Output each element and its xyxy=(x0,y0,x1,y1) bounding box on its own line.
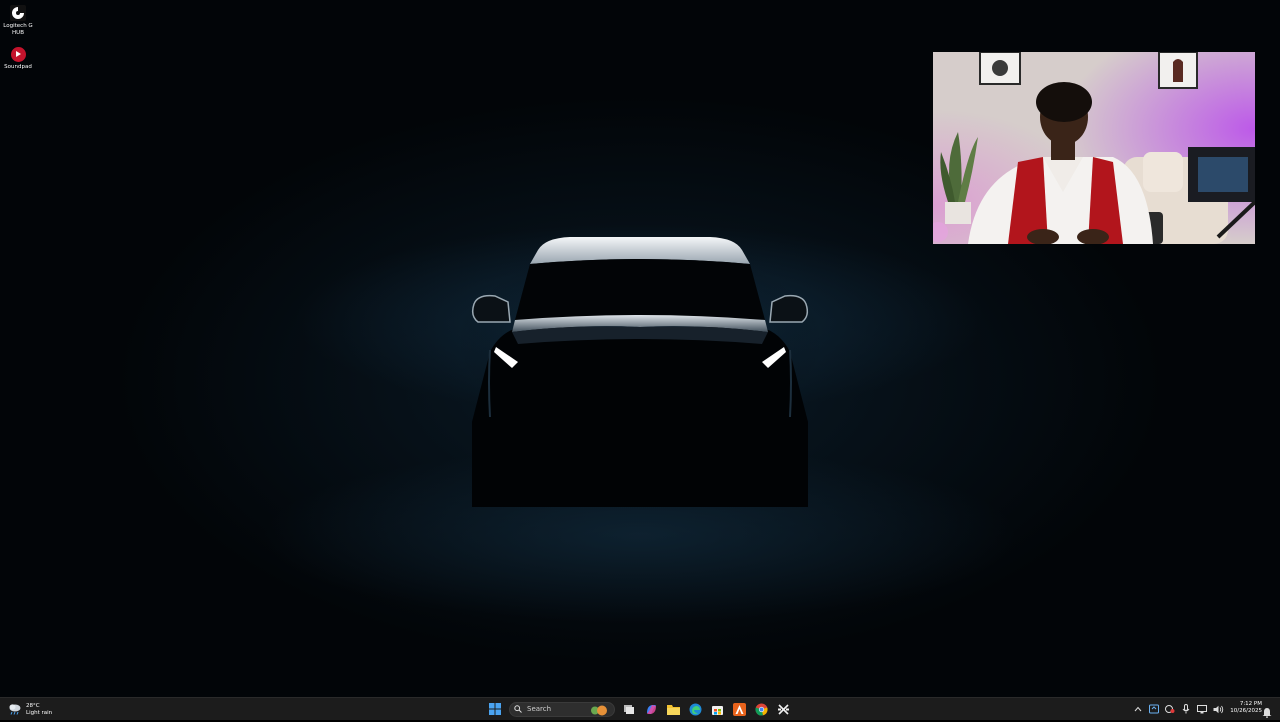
capcut-icon xyxy=(777,703,789,715)
soundpad-icon xyxy=(10,46,26,62)
task-view-button[interactable] xyxy=(621,701,637,717)
start-button[interactable] xyxy=(487,701,503,717)
clock-time: 7:12 PM xyxy=(1239,701,1262,707)
webcam-feed xyxy=(933,52,1255,244)
store-button[interactable] xyxy=(709,701,725,717)
clock-date: 10/26/2025 xyxy=(1230,708,1262,714)
capcut-button[interactable] xyxy=(775,701,791,717)
taskbar-clock[interactable]: 7:12 PM 10/26/2025 xyxy=(1222,701,1262,715)
taskbar: 28°C Light rain Search 7:12 PM 10/26/202… xyxy=(0,697,1280,720)
tray-mic-button[interactable] xyxy=(1180,703,1192,715)
sync-icon xyxy=(1149,704,1159,714)
taskbar-search[interactable]: Search xyxy=(509,701,615,717)
desktop: Logitech G HUB Soundpad xyxy=(0,0,1280,697)
taskbar-center: Search xyxy=(487,698,791,720)
search-icon xyxy=(514,705,522,713)
chrome-icon xyxy=(754,703,768,716)
chrome-button[interactable] xyxy=(753,701,769,717)
store-icon xyxy=(711,705,723,715)
tray-app-button[interactable] xyxy=(1164,703,1176,715)
office-app-icon xyxy=(732,702,746,716)
logitech-g-hub-icon xyxy=(10,5,26,21)
search-placeholder: Search xyxy=(527,705,552,713)
copilot-button[interactable] xyxy=(643,701,659,717)
file-explorer-button[interactable] xyxy=(665,701,681,717)
windows-logo-icon xyxy=(489,703,501,715)
folder-icon xyxy=(666,704,680,715)
network-icon xyxy=(1197,704,1207,713)
tray-sync-button[interactable] xyxy=(1148,703,1160,715)
desktop-icon-soundpad[interactable]: Soundpad xyxy=(2,46,34,71)
tray-network-button[interactable] xyxy=(1196,703,1208,715)
chevron-up-icon xyxy=(1134,706,1142,712)
search-highlight-icon xyxy=(591,705,607,715)
system-tray xyxy=(1132,698,1224,720)
tray-app-icon xyxy=(1165,705,1175,713)
microphone-icon xyxy=(1182,704,1190,714)
rain-cloud-icon xyxy=(8,700,22,719)
wallpaper-car xyxy=(460,237,820,507)
office-app-button[interactable] xyxy=(731,701,747,717)
desktop-icon-label: Soundpad xyxy=(4,64,32,70)
webcam-overlay xyxy=(933,52,1255,244)
edge-icon xyxy=(689,703,701,715)
edge-button[interactable] xyxy=(687,701,703,717)
show-hidden-icons-button[interactable] xyxy=(1132,703,1144,715)
notification-button[interactable] xyxy=(1262,703,1272,722)
desktop-icon-label: Logitech G HUB xyxy=(3,23,33,36)
weather-condition: Light rain xyxy=(26,709,53,716)
copilot-icon xyxy=(646,704,656,714)
notification-bell-icon xyxy=(1262,708,1272,718)
desktop-icon-logitech[interactable]: Logitech G HUB xyxy=(2,5,34,37)
task-view-icon xyxy=(624,705,634,714)
weather-widget[interactable]: 28°C Light rain xyxy=(8,701,52,718)
